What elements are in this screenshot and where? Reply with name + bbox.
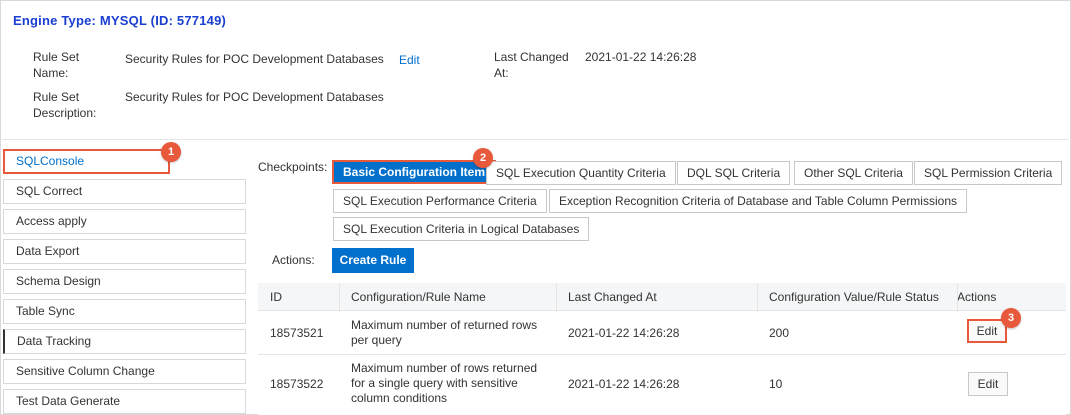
callout-badge-3: 3: [1001, 308, 1021, 328]
section-divider: [2, 139, 1069, 140]
checkpoint-tab-basic-configuration-item[interactable]: Basic Configuration Item: [332, 160, 497, 184]
rule-set-description-value: Security Rules for POC Development Datab…: [125, 90, 384, 104]
row-id: 18573522: [270, 377, 324, 391]
rule-set-name-label-line2: Name:: [33, 66, 69, 80]
sidebar-item-schema-design[interactable]: Schema Design: [3, 269, 246, 294]
column-header-actions: Actions: [957, 290, 997, 304]
row-rule-name-line: per query: [351, 333, 402, 347]
row-value: 10: [769, 377, 783, 391]
table-row: 18573521 Maximum number of returned rows…: [258, 312, 1066, 355]
callout-badge-1: 1: [161, 142, 181, 162]
last-changed-value: 2021-01-22 14:26:28: [585, 50, 697, 64]
rule-set-name-value: Security Rules for POC Development Datab…: [125, 52, 384, 66]
rule-set-description-label-line1: Rule Set: [33, 90, 80, 104]
sidebar-item-sqlconsole[interactable]: SQLConsole: [3, 149, 170, 174]
sidebar-item-access-apply[interactable]: Access apply: [3, 209, 246, 234]
engine-type-title: Engine Type: MYSQL (ID: 577149): [13, 13, 227, 28]
column-header-last-changed: Last Changed At: [568, 290, 657, 304]
rule-set-name-label: Rule Set Name:: [33, 49, 79, 81]
sidebar-item-test-data-generate[interactable]: Test Data Generate: [3, 389, 246, 414]
rule-set-detail-panel: Engine Type: MYSQL (ID: 577149) Rule Set…: [0, 0, 1071, 415]
checkpoint-tab-sql-permission[interactable]: SQL Permission Criteria: [914, 161, 1063, 185]
row-id: 18573521: [270, 326, 324, 340]
sidebar-item-sensitive-column-change[interactable]: Sensitive Column Change: [3, 359, 246, 384]
row-rule-name-line: for a single query with sensitive: [351, 376, 518, 390]
row-rule-name-line: Maximum number of returned rows: [351, 318, 538, 332]
table-header: ID Configuration/Rule Name Last Changed …: [258, 283, 1066, 311]
rule-set-description-label-line2: Description:: [33, 106, 97, 120]
row-last-changed: 2021-01-22 14:26:28: [568, 377, 680, 391]
edit-rule-button[interactable]: Edit: [967, 319, 1007, 343]
column-header-rule-name: Configuration/Rule Name: [351, 290, 486, 304]
rule-set-description-label: Rule Set Description:: [33, 89, 96, 121]
checkpoint-tab-other-sql[interactable]: Other SQL Criteria: [794, 161, 913, 185]
column-header-id: ID: [270, 290, 282, 304]
row-rule-name-line: Maximum number of rows returned: [351, 361, 538, 375]
row-rule-name-line: column conditions: [351, 391, 448, 405]
column-header-value-status: Configuration Value/Rule Status: [769, 290, 939, 304]
row-value: 200: [769, 326, 790, 340]
actions-label: Actions:: [272, 253, 315, 267]
checkpoint-tab-sql-execution-quantity[interactable]: SQL Execution Quantity Criteria: [486, 161, 676, 185]
callout-badge-2: 2: [473, 148, 493, 168]
last-changed-label-line2: At:: [494, 66, 509, 80]
row-rule-name: Maximum number of returned rows per quer…: [339, 318, 537, 348]
create-rule-button[interactable]: Create Rule: [332, 248, 414, 273]
last-changed-label: Last Changed At:: [494, 49, 569, 81]
edit-rule-set-name-link[interactable]: Edit: [399, 52, 420, 68]
checkpoints-label: Checkpoints:: [258, 160, 328, 174]
rule-set-name-label-line1: Rule Set: [33, 50, 80, 64]
checkpoint-tab-exception-recognition[interactable]: Exception Recognition Criteria of Databa…: [549, 189, 967, 213]
edit-rule-button[interactable]: Edit: [968, 372, 1008, 396]
checkpoint-tab-sql-execution-performance[interactable]: SQL Execution Performance Criteria: [333, 189, 547, 213]
sidebar-item-data-tracking[interactable]: Data Tracking: [3, 329, 246, 354]
sidebar-item-data-export[interactable]: Data Export: [3, 239, 246, 264]
row-last-changed: 2021-01-22 14:26:28: [568, 326, 680, 340]
sidebar-item-table-sync[interactable]: Table Sync: [3, 299, 246, 324]
checkpoint-tab-dql-sql[interactable]: DQL SQL Criteria: [677, 161, 791, 185]
last-changed-label-line1: Last Changed: [494, 50, 569, 64]
row-rule-name: Maximum number of rows returned for a si…: [339, 361, 537, 406]
checkpoint-tab-logical-databases[interactable]: SQL Execution Criteria in Logical Databa…: [333, 217, 590, 241]
sidebar-item-sql-correct[interactable]: SQL Correct: [3, 179, 246, 204]
table-row: 18573522 Maximum number of rows returned…: [258, 355, 1066, 415]
